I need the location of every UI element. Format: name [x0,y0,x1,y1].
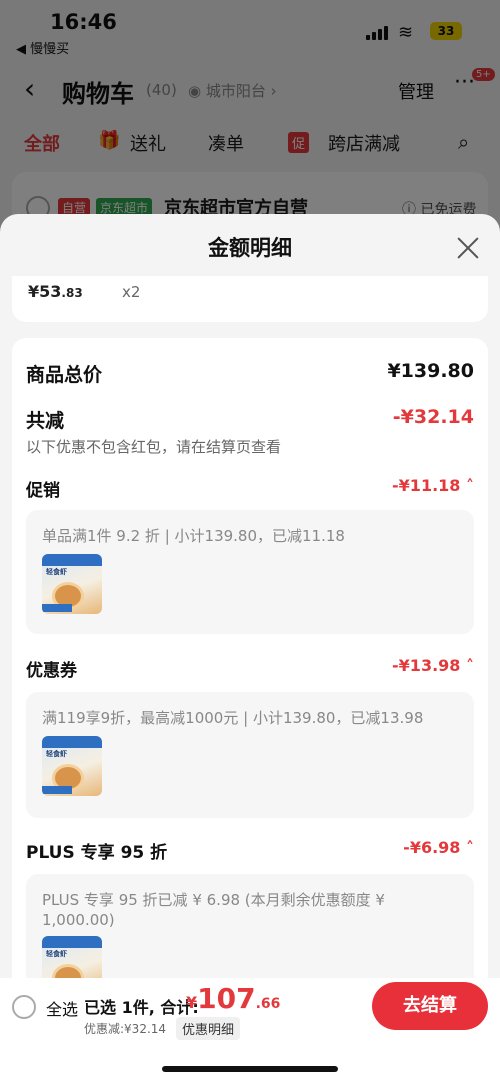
select-all-label[interactable]: 全选 [46,996,78,1020]
product-thumbnail[interactable]: 轻食虾 [42,736,102,796]
coupon-detail-box: 满119享9折，最高减1000元 | 小计139.80，已减13.98 轻食虾 [26,692,474,818]
total-label: 商品总价 [26,364,103,386]
thumb-label: 轻食虾 [46,950,67,958]
amount-detail-sheet: 金额明细 ¥53.83 x2 商品总价 ¥139.80 共减 -¥32.14 以… [0,214,500,1081]
thumb-label: 轻食虾 [46,750,67,758]
item-price-decimal: .83 [61,286,83,300]
checkout-button[interactable]: 去结算 [372,982,488,1030]
plus-value: -¥6.98 ˄ [403,838,474,857]
coupon-amount: -¥13.98 [392,656,461,675]
chevron-up-icon[interactable]: ˄ [466,656,474,675]
total-decimal: .66 [255,996,281,1012]
reduce-value: -¥32.14 [392,406,474,428]
home-indicator [162,1066,338,1072]
thumb-label: 轻食虾 [46,568,67,576]
close-icon[interactable] [454,234,482,262]
total-main: 107 [197,982,256,1015]
coupon-value: -¥13.98 ˄ [392,656,474,675]
reduce-label: 共减 [26,410,65,432]
item-quantity: x2 [122,283,141,301]
plus-label: PLUS 专享 95 折 [26,843,168,863]
sheet-title: 金额明细 [208,236,292,260]
selected-summary: 已选 1件, 合计: [84,998,199,1017]
product-thumbnail[interactable]: 轻食虾 [42,554,102,614]
promo-value: -¥11.18 ˄ [392,476,474,495]
coupon-desc: 满119享9折，最高减1000元 | 小计139.80，已减13.98 [42,709,424,727]
total-row: 商品总价 ¥139.80 [26,360,474,390]
total-currency: ¥ [186,993,198,1012]
item-price: ¥53.83 [28,282,83,301]
plus-section-header[interactable]: PLUS 专享 95 折 -¥6.98 ˄ [26,838,474,866]
plus-amount: -¥6.98 [403,838,461,857]
chevron-up-icon[interactable]: ˄ [466,838,474,857]
chevron-up-icon[interactable]: ˄ [466,476,474,495]
item-summary-card: ¥53.83 x2 [12,276,488,322]
reduce-row: 共减 -¥32.14 以下优惠不包含红包，请在结算页查看 [26,406,474,462]
select-all-radio[interactable] [12,995,36,1019]
plus-desc: PLUS 专享 95 折已减 ¥ 6.98 (本月剩余优惠额度 ¥ 1,000.… [42,891,385,929]
checkout-bar: 全选 已选 1件, 合计: ¥107.66 优惠减:¥32.14 优惠明细 去结… [0,978,500,1081]
total-value: ¥139.80 [387,360,474,382]
item-price-main: ¥53 [28,282,62,301]
grand-total: ¥107.66 [186,982,280,1015]
promo-amount: -¥11.18 [392,476,461,495]
watermark: zhizhizhi.com [350,1040,485,1059]
coupon-label: 优惠券 [26,661,77,681]
discount-summary: 优惠减:¥32.14 [84,1022,167,1036]
coupon-section-header[interactable]: 优惠券 -¥13.98 ˄ [26,656,474,684]
promo-desc: 单品满1件 9.2 折 | 小计139.80，已减11.18 [42,527,345,545]
reduce-note: 以下优惠不包含红包，请在结算页查看 [26,438,282,456]
price-breakdown-card: 商品总价 ¥139.80 共减 -¥32.14 以下优惠不包含红包，请在结算页查… [12,338,488,1081]
promo-label: 促销 [26,481,60,501]
promo-detail-box: 单品满1件 9.2 折 | 小计139.80，已减11.18 轻食虾 [26,510,474,634]
discount-detail-button[interactable]: 优惠明细 [176,1017,241,1040]
promo-section-header[interactable]: 促销 -¥11.18 ˄ [26,476,474,504]
